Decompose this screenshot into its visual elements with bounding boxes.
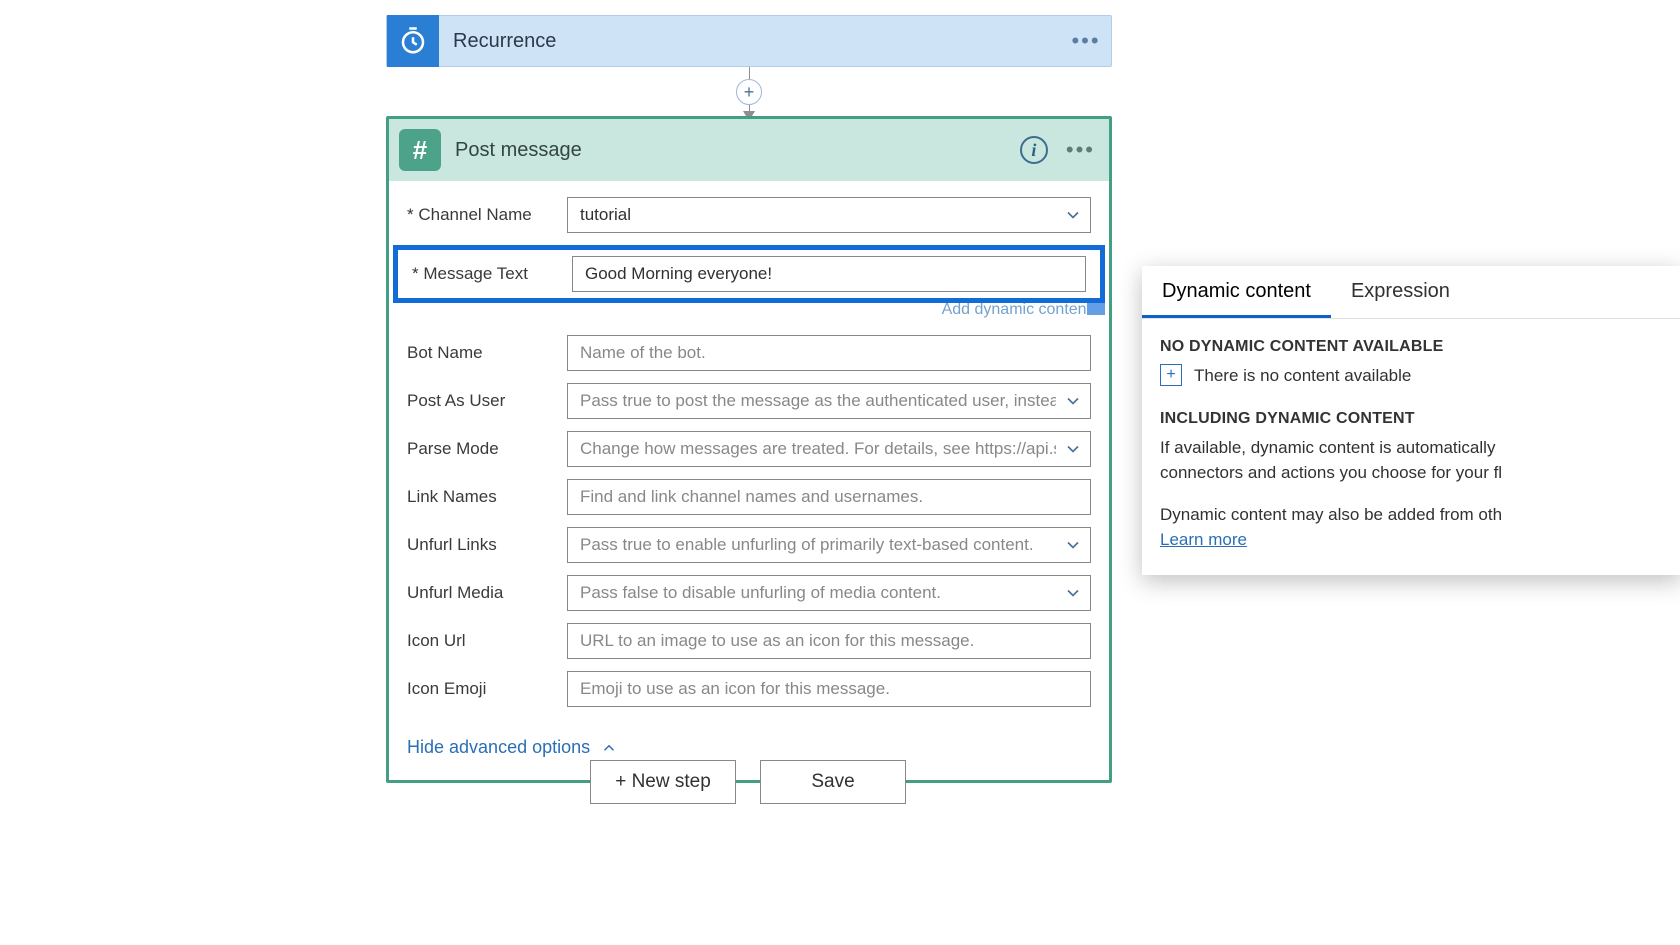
action-title: Post message (441, 139, 1020, 162)
add-action-button[interactable]: + (736, 79, 762, 105)
dc-tabs: Dynamic content Expression (1142, 266, 1680, 319)
channel-name-label: * Channel Name (407, 205, 567, 225)
field-icon-url: Icon Url (407, 623, 1091, 659)
add-dynamic-content-link[interactable]: Add dynamic content (407, 307, 1091, 321)
parse-mode-label: Parse Mode (407, 439, 567, 459)
dc-no-content-title: NO DYNAMIC CONTENT AVAILABLE (1160, 335, 1664, 358)
channel-name-input[interactable] (567, 197, 1091, 233)
tab-dynamic-content[interactable]: Dynamic content (1142, 266, 1331, 318)
action-card: # Post message i ••• * Channel Name * Me… (386, 116, 1112, 783)
action-header[interactable]: # Post message i ••• (389, 119, 1109, 181)
field-parse-mode: Parse Mode (407, 431, 1091, 467)
dynamic-flyout-tab (1087, 299, 1105, 315)
icon-emoji-input[interactable] (567, 671, 1091, 707)
recurrence-icon (387, 15, 439, 67)
bot-name-input[interactable] (567, 335, 1091, 371)
field-link-names: Link Names (407, 479, 1091, 515)
action-more-icon[interactable]: ••• (1066, 137, 1095, 163)
parse-mode-input[interactable] (567, 431, 1091, 467)
chevron-up-icon (600, 739, 618, 757)
dc-including-line-3: Dynamic content may also be added from o… (1160, 503, 1664, 528)
dc-including-title: INCLUDING DYNAMIC CONTENT (1160, 407, 1664, 430)
message-text-label: * Message Text (412, 264, 572, 284)
field-post-as-user: Post As User (407, 383, 1091, 419)
field-icon-emoji: Icon Emoji (407, 671, 1091, 707)
field-channel-name: * Channel Name (407, 197, 1091, 233)
footer-buttons: + New step Save (590, 760, 906, 804)
trigger-more-icon[interactable]: ••• (1061, 28, 1111, 54)
plus-icon[interactable]: + (1160, 364, 1182, 386)
message-text-input[interactable] (572, 256, 1086, 292)
slack-icon: # (399, 129, 441, 171)
link-names-input[interactable] (567, 479, 1091, 515)
trigger-title: Recurrence (439, 30, 1061, 53)
dc-including-line-2: connectors and actions you choose for yo… (1160, 461, 1664, 486)
icon-url-input[interactable] (567, 623, 1091, 659)
bot-name-label: Bot Name (407, 343, 567, 363)
info-icon[interactable]: i (1020, 136, 1048, 164)
field-unfurl-links: Unfurl Links (407, 527, 1091, 563)
dynamic-content-panel: Dynamic content Expression NO DYNAMIC CO… (1142, 266, 1680, 575)
icon-emoji-label: Icon Emoji (407, 679, 567, 699)
connector: + (749, 67, 751, 117)
field-message-text: * Message Text (393, 245, 1105, 303)
post-as-user-label: Post As User (407, 391, 567, 411)
unfurl-media-label: Unfurl Media (407, 583, 567, 603)
learn-more-link[interactable]: Learn more (1160, 528, 1664, 553)
tab-expression[interactable]: Expression (1331, 266, 1470, 318)
link-names-label: Link Names (407, 487, 567, 507)
field-unfurl-media: Unfurl Media (407, 575, 1091, 611)
unfurl-links-label: Unfurl Links (407, 535, 567, 555)
hide-advanced-link[interactable]: Hide advanced options (407, 737, 618, 758)
save-button[interactable]: Save (760, 760, 906, 804)
dc-no-content-text: There is no content available (1194, 364, 1411, 389)
dc-including-line-1: If available, dynamic content is automat… (1160, 436, 1664, 461)
unfurl-media-input[interactable] (567, 575, 1091, 611)
post-as-user-input[interactable] (567, 383, 1091, 419)
new-step-button[interactable]: + New step (590, 760, 736, 804)
field-bot-name: Bot Name (407, 335, 1091, 371)
trigger-card[interactable]: Recurrence ••• (386, 15, 1112, 67)
icon-url-label: Icon Url (407, 631, 567, 651)
unfurl-links-input[interactable] (567, 527, 1091, 563)
